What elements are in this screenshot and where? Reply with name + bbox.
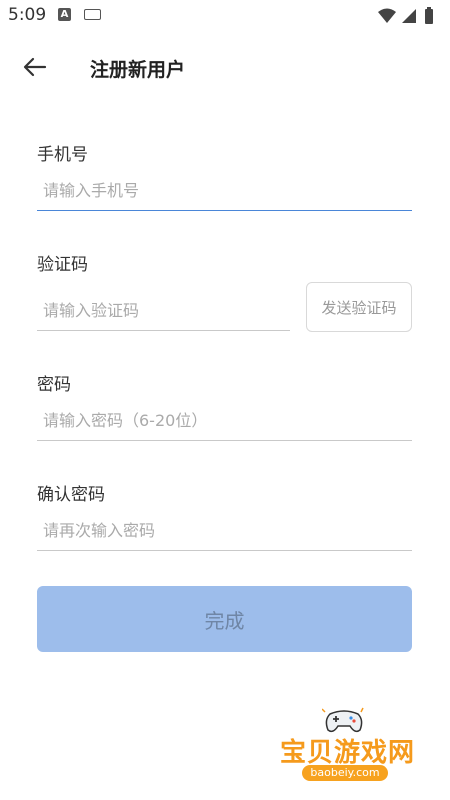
signal-icon	[402, 9, 416, 23]
confirm-password-field-group: 确认密码	[37, 480, 412, 551]
arrow-left-icon	[23, 57, 47, 77]
password-field-group: 密码	[37, 370, 412, 441]
status-time: 5:09	[8, 5, 47, 25]
confirm-password-label: 确认密码	[37, 485, 105, 505]
status-icons	[378, 7, 433, 24]
code-label: 验证码	[37, 255, 88, 275]
app-header: 注册新用户	[0, 40, 450, 96]
phone-label: 手机号	[37, 145, 88, 165]
a-notification-icon: A	[58, 8, 71, 21]
confirm-password-input[interactable]	[37, 511, 412, 551]
code-field-group: 验证码 发送验证码	[37, 250, 412, 332]
code-input[interactable]	[37, 291, 290, 331]
phone-field-group: 手机号	[37, 140, 412, 211]
password-input[interactable]	[37, 401, 412, 441]
status-bar: 5:09 A	[0, 0, 450, 32]
watermark-url: baobeiy.com	[302, 765, 388, 781]
password-label: 密码	[37, 375, 71, 395]
phone-input[interactable]	[37, 171, 412, 211]
watermark-text: 宝贝游戏网	[280, 738, 416, 768]
battery-icon	[425, 7, 433, 24]
submit-button[interactable]: 完成	[37, 586, 412, 652]
wifi-icon	[378, 8, 396, 23]
code-row: 发送验证码	[37, 281, 412, 332]
watermark-logo: 宝贝游戏网 baobeiy.com	[270, 702, 420, 794]
keyboard-icon	[84, 9, 101, 20]
send-code-button[interactable]: 发送验证码	[306, 282, 412, 332]
page-title: 注册新用户	[90, 59, 186, 81]
back-button[interactable]	[18, 52, 52, 82]
